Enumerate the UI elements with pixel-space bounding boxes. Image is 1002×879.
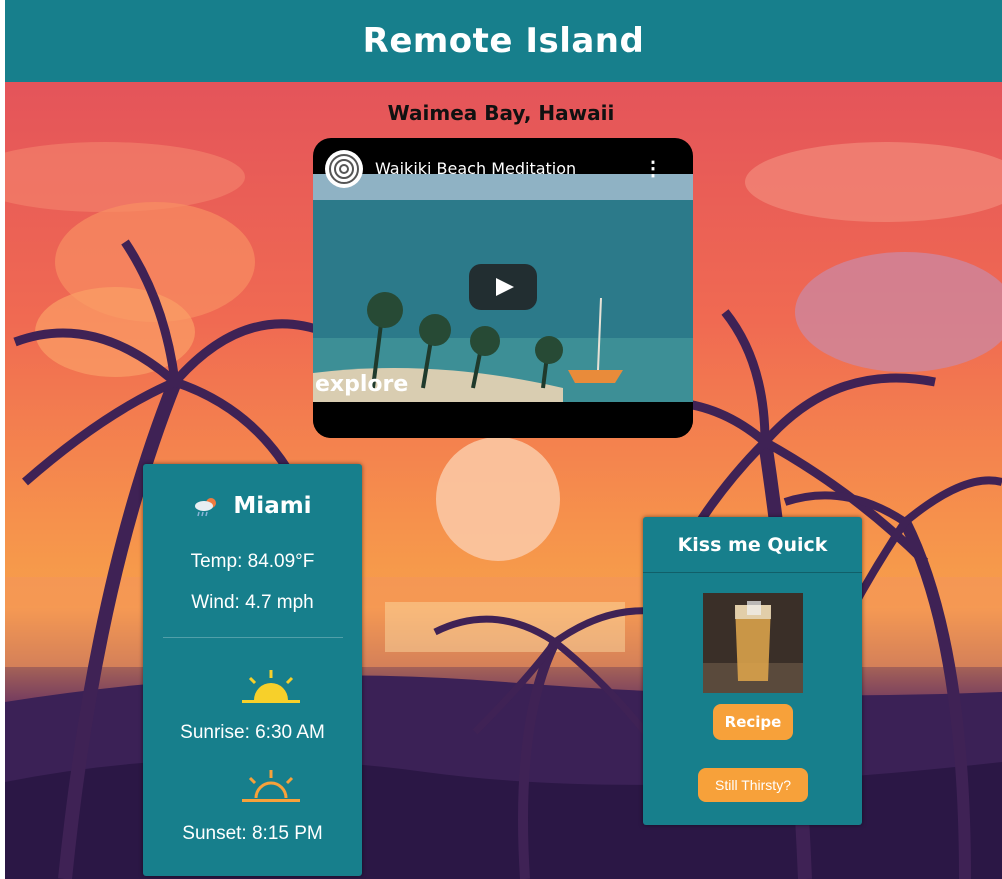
weather-divider <box>163 637 343 638</box>
weather-temp: Temp: 84.09°F <box>190 551 315 572</box>
more-vert-icon[interactable]: ⋮ <box>643 156 663 181</box>
video-player[interactable]: Waikiki Beach Meditation ⋮ explore <box>313 138 693 438</box>
drink-title: Kiss me Quick <box>677 534 828 556</box>
drink-image <box>703 593 803 693</box>
recipe-button[interactable]: Recipe <box>713 704 793 740</box>
drink-card: Kiss me Quick Recipe Still Thirsty? <box>643 517 862 825</box>
weather-wind: Wind: 4.7 mph <box>191 592 314 613</box>
rain-cloud-icon <box>195 497 217 516</box>
channel-logo[interactable] <box>325 150 363 188</box>
location-title: Waimea Bay, Hawaii <box>387 101 615 125</box>
channel-logo-icon <box>329 154 359 184</box>
drink-divider <box>643 572 862 573</box>
sunset-icon <box>242 770 300 802</box>
play-button[interactable] <box>469 264 537 310</box>
still-thirsty-button[interactable]: Still Thirsty? <box>698 768 808 802</box>
cocktail-glass-image <box>703 593 803 693</box>
weather-card: Miami Temp: 84.09°F Wind: 4.7 mph Sunris… <box>143 464 362 876</box>
weather-city: Miami <box>233 493 312 519</box>
weather-sunrise: Sunrise: 6:30 AM <box>180 722 325 743</box>
app-header: Remote Island <box>5 0 1002 82</box>
explore-watermark: explore <box>315 372 409 397</box>
sunrise-icon <box>242 670 300 703</box>
video-title[interactable]: Waikiki Beach Meditation <box>375 159 576 178</box>
page-title: Remote Island <box>362 21 645 61</box>
weather-city-row: Miami <box>143 493 362 519</box>
weather-sunset: Sunset: 8:15 PM <box>182 823 323 844</box>
